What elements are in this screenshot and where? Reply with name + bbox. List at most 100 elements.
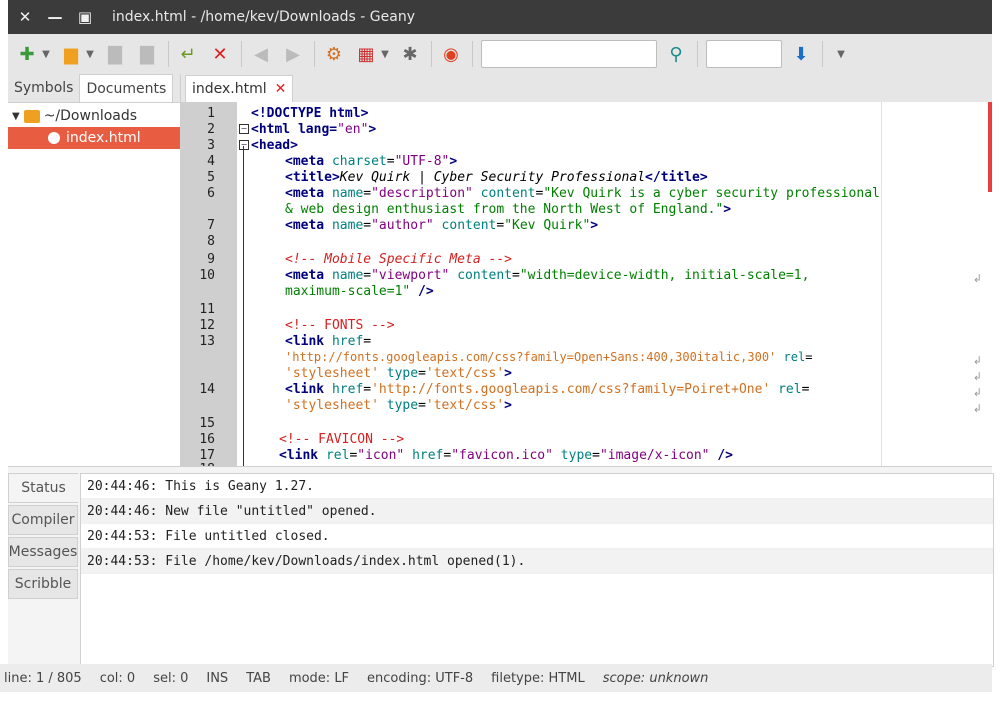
search-input[interactable] bbox=[481, 40, 657, 68]
message-panel: Status Compiler Messages Scribble 20:44:… bbox=[8, 466, 994, 667]
tab-symbols[interactable]: Symbols bbox=[8, 74, 79, 102]
tree-folder[interactable]: ▼ ~/Downloads bbox=[8, 105, 180, 127]
tab-messages[interactable]: Messages bbox=[8, 537, 78, 567]
code-token: > bbox=[590, 218, 599, 233]
log-entry: 20:44:53: File untitled closed. bbox=[81, 524, 993, 549]
goto-line-icon[interactable]: ⬇ bbox=[788, 40, 814, 68]
build-grid-icon[interactable]: ▦ bbox=[353, 40, 379, 68]
line-number: 13 bbox=[199, 334, 215, 349]
status-line: line: 1 / 805 bbox=[4, 670, 82, 686]
code-token: <html lang= bbox=[251, 122, 338, 137]
save-icon[interactable]: ▇ bbox=[102, 40, 128, 68]
message-tabs: Status Compiler Messages Scribble bbox=[8, 473, 78, 601]
line-number: 2 bbox=[207, 122, 215, 137]
new-file-dropdown-icon[interactable]: ▼ bbox=[40, 49, 52, 60]
code-token: = bbox=[805, 350, 813, 364]
code-token: "Kev Quirk is a cyber security professio… bbox=[543, 186, 880, 201]
code-editor[interactable]: 1 2 3 4 5 6 7 8 9 10 11 12 13 14 15 16 1… bbox=[181, 102, 992, 466]
code-token: 'stylesheet' bbox=[285, 366, 379, 381]
back-icon[interactable]: ◀ bbox=[248, 40, 274, 68]
code-line-wrapped: maximum-scale=1" /> bbox=[285, 284, 434, 299]
open-dropdown-icon[interactable]: ▼ bbox=[84, 49, 96, 60]
line-number: 8 bbox=[207, 234, 215, 249]
save-all-icon[interactable]: ▇ bbox=[134, 40, 160, 68]
sidebar: Symbols Documents ▼ ~/Downloads index.ht… bbox=[8, 74, 181, 466]
line-number: 10 bbox=[199, 268, 215, 283]
new-file-icon[interactable]: ✚ bbox=[14, 40, 40, 68]
code-token: content bbox=[449, 268, 513, 283]
code-token: "icon" bbox=[357, 448, 405, 463]
close-file-icon[interactable]: ✕ bbox=[207, 40, 233, 68]
toolbar-separator bbox=[168, 41, 169, 67]
code-line-wrapped: & web design enthusiast from the North W… bbox=[285, 202, 731, 217]
code-token: type bbox=[378, 398, 419, 413]
close-tab-icon[interactable]: ✕ bbox=[275, 81, 287, 97]
color-chooser-icon[interactable]: ◉ bbox=[438, 40, 464, 68]
status-tab: TAB bbox=[246, 670, 271, 686]
maximize-icon[interactable]: ▣ bbox=[72, 4, 98, 30]
fold-toggle-icon[interactable]: − bbox=[239, 124, 249, 134]
code-token: > bbox=[723, 202, 732, 217]
execute-gear-icon[interactable]: ✱ bbox=[397, 40, 423, 68]
search-icon[interactable]: ⚲ bbox=[663, 40, 689, 68]
code-token: type bbox=[552, 448, 593, 463]
code-line: <!-- Mobile Specific Meta --> bbox=[285, 252, 512, 267]
line-number-gutter: 1 2 3 4 5 6 7 8 9 10 11 12 13 14 15 16 1… bbox=[181, 102, 237, 466]
line-number: 3 bbox=[207, 138, 215, 153]
window-title: index.html - /home/kev/Downloads - Geany bbox=[112, 9, 415, 25]
line-number: 14 bbox=[199, 382, 215, 397]
code-line: <link href= bbox=[285, 334, 371, 349]
code-token: /> bbox=[410, 284, 434, 299]
code-token: "width=device-width, initial-scale=1, bbox=[519, 268, 810, 283]
code-token: = bbox=[801, 382, 810, 397]
minimize-icon[interactable]: — bbox=[42, 4, 68, 30]
fold-guide bbox=[243, 146, 244, 466]
code-line-wrapped: 'stylesheet' type='text/css'> bbox=[285, 366, 512, 381]
document-tabs: index.html ✕ bbox=[181, 74, 992, 102]
revert-icon[interactable]: ↵ bbox=[175, 40, 201, 68]
build-dropdown-icon[interactable]: ▼ bbox=[379, 49, 391, 60]
forward-icon[interactable]: ▶ bbox=[280, 40, 306, 68]
code-token: <!-- FONTS --> bbox=[285, 318, 395, 333]
code-token: & web design enthusiast from the North W… bbox=[285, 202, 724, 217]
code-token: <!DOCTYPE html> bbox=[251, 106, 369, 121]
code-token: <meta bbox=[285, 218, 332, 233]
code-line: <link href='http://fonts.googleapis.com/… bbox=[285, 382, 809, 397]
toolbar-overflow-icon[interactable]: ▼ bbox=[835, 49, 847, 60]
code-token: Kev Quirk | Cyber Security Professional bbox=[339, 170, 646, 185]
tree-file-index[interactable]: index.html bbox=[8, 127, 180, 149]
expander-icon[interactable]: ▼ bbox=[12, 111, 20, 122]
line-number: 4 bbox=[207, 154, 215, 169]
compile-icon[interactable]: ⚙ bbox=[321, 40, 347, 68]
code-token: <!-- FAVICON --> bbox=[279, 432, 405, 447]
line-number: 5 bbox=[207, 170, 215, 185]
code-token: = bbox=[363, 218, 372, 233]
folder-label: ~/Downloads bbox=[43, 108, 138, 124]
line-number: 17 bbox=[199, 448, 215, 463]
code-token: = bbox=[418, 366, 426, 381]
close-icon[interactable]: ✕ bbox=[12, 4, 38, 30]
tab-compiler[interactable]: Compiler bbox=[8, 505, 78, 535]
open-folder-icon[interactable]: ▆ bbox=[58, 40, 84, 68]
line-number: 15 bbox=[199, 416, 215, 431]
code-token: > bbox=[449, 154, 458, 169]
code-token: 'http://fonts.googleapis.com/css?family=… bbox=[371, 382, 771, 397]
goto-line-input[interactable] bbox=[706, 40, 782, 68]
code-token: </title> bbox=[645, 170, 708, 185]
tab-scribble[interactable]: Scribble bbox=[8, 569, 78, 599]
toolbar-separator bbox=[697, 41, 698, 67]
status-log[interactable]: 20:44:46: This is Geany 1.27. 20:44:46: … bbox=[80, 473, 994, 667]
code-line: <!-- FAVICON --> bbox=[279, 432, 404, 447]
line-number: 1 bbox=[207, 106, 215, 121]
code-token: "en" bbox=[337, 122, 369, 137]
scrollbar-marker[interactable] bbox=[988, 102, 992, 192]
code-token: content bbox=[433, 218, 497, 233]
fold-toggle-icon[interactable]: − bbox=[239, 140, 249, 150]
code-token: <head> bbox=[251, 138, 298, 153]
status-bar: line: 1 / 805 col: 0 sel: 0 INS TAB mode… bbox=[0, 664, 992, 692]
tab-index-html[interactable]: index.html ✕ bbox=[185, 75, 294, 102]
code-token: href bbox=[331, 382, 364, 397]
tab-status[interactable]: Status bbox=[8, 473, 78, 503]
code-token: rel bbox=[770, 382, 802, 397]
tab-documents[interactable]: Documents bbox=[79, 74, 174, 102]
